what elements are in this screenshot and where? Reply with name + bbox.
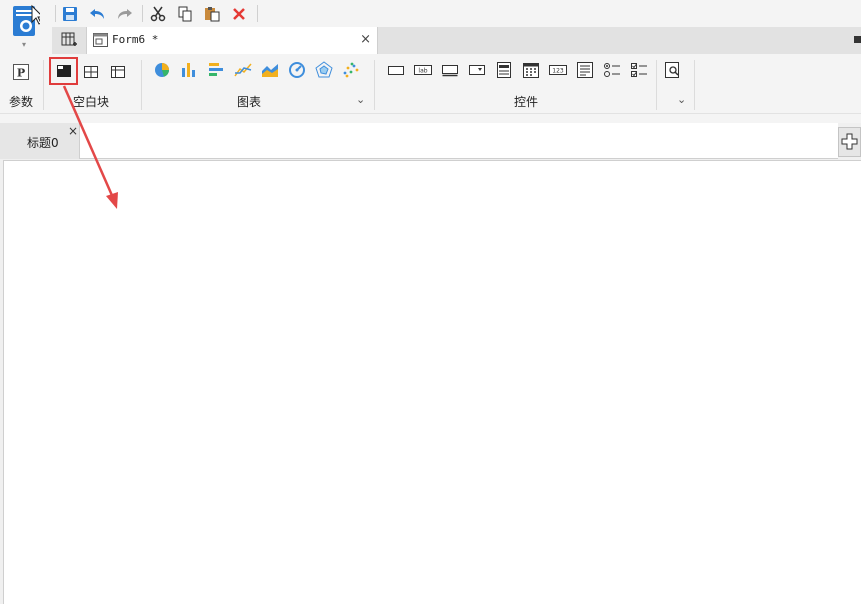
bar-chart-button[interactable]	[205, 59, 227, 81]
radar-chart-icon	[315, 61, 333, 78]
add-tab-button[interactable]	[838, 127, 861, 157]
separator	[694, 60, 695, 110]
list-widget-button[interactable]	[493, 59, 515, 81]
delete-button[interactable]	[229, 4, 249, 24]
charts-group-label: 图表	[237, 95, 262, 109]
report-designer-logo-icon[interactable]	[12, 4, 40, 38]
save-icon	[63, 7, 77, 21]
charts-expand-chevron-icon[interactable]: ⌄	[356, 93, 365, 106]
separator	[257, 5, 258, 22]
textarea-widget-icon	[577, 62, 593, 78]
document-tab-bar: Form6 * ×	[52, 27, 861, 54]
dropdown-widget-icon	[469, 65, 485, 75]
dropdown-widget-button[interactable]	[466, 59, 488, 81]
checkbox-group-widget-button[interactable]	[628, 59, 650, 81]
text-field-widget-button[interactable]	[439, 59, 461, 81]
search-widget-icon	[665, 62, 679, 78]
search-widget-button[interactable]	[662, 59, 684, 81]
label-widget-icon: lab	[414, 65, 432, 75]
undo-icon	[90, 9, 104, 19]
radio-group-widget-button[interactable]	[601, 59, 623, 81]
checkbox-group-widget-icon	[631, 63, 647, 77]
cut-icon	[150, 6, 166, 22]
pie-chart-icon	[155, 63, 169, 77]
radio-group-widget-icon	[604, 63, 620, 77]
number-widget-icon: 123	[549, 65, 567, 75]
number-widget-button[interactable]: 123	[547, 59, 569, 81]
params-group-label: 参数	[9, 95, 34, 109]
text-field-widget-icon	[442, 65, 458, 77]
save-button[interactable]	[60, 4, 80, 24]
gauge-chart-icon	[289, 62, 305, 78]
widgets-group-label: 控件	[514, 95, 539, 109]
ribbon-spacer	[0, 114, 861, 123]
canvas-tab-strip	[80, 123, 838, 159]
date-widget-button[interactable]	[520, 59, 542, 81]
svg-text:123: 123	[552, 68, 564, 75]
copy-button[interactable]	[175, 4, 195, 24]
list-widget-icon	[497, 62, 511, 78]
delete-icon	[233, 8, 245, 20]
paste-icon	[205, 7, 220, 22]
gauge-chart-button[interactable]	[286, 59, 308, 81]
area-chart-button[interactable]	[259, 59, 281, 81]
table-layout-block-button[interactable]	[107, 61, 129, 83]
close-icon[interactable]: ×	[360, 32, 371, 47]
line-chart-button[interactable]	[232, 59, 254, 81]
ribbon: P 参数 空白块 图表 ⌄ lab 123 控件 ⌄	[0, 54, 861, 114]
absolute-block-icon	[57, 65, 71, 77]
layout-grid-icon	[61, 32, 77, 46]
button-widget-button[interactable]	[385, 59, 407, 81]
area-chart-icon	[262, 64, 278, 77]
scatter-chart-icon	[343, 62, 359, 78]
window-restore-icon[interactable]	[854, 36, 861, 43]
canvas-tab-label: 标题0	[27, 136, 59, 150]
label-widget-button[interactable]: lab	[412, 59, 434, 81]
logo-dropdown-icon[interactable]: ▾	[22, 40, 26, 49]
paste-button[interactable]	[202, 4, 222, 24]
undo-button[interactable]	[88, 4, 108, 24]
scatter-chart-button[interactable]	[340, 59, 362, 81]
pie-chart-button[interactable]	[151, 59, 173, 81]
plus-icon	[841, 133, 858, 150]
calendar-widget-icon	[523, 63, 539, 78]
blank-block-group-label: 空白块	[73, 95, 110, 109]
column-chart-icon	[182, 63, 195, 77]
radar-chart-button[interactable]	[313, 59, 335, 81]
separator	[656, 60, 657, 110]
column-chart-button[interactable]	[178, 59, 200, 81]
svg-text:P: P	[17, 67, 25, 80]
app-logo[interactable]: ▾	[0, 0, 52, 54]
widgets-expand-chevron-icon[interactable]: ⌄	[677, 93, 686, 106]
textarea-widget-button[interactable]	[574, 59, 596, 81]
redo-icon	[118, 9, 132, 19]
separator	[43, 60, 44, 110]
tab-layout-block-button[interactable]	[80, 61, 102, 83]
split-block-icon	[84, 66, 98, 78]
bar-chart-icon	[209, 63, 223, 76]
separator	[141, 60, 142, 110]
layout-grid-button[interactable]	[60, 31, 80, 51]
separator	[374, 60, 375, 110]
parameter-icon: P	[13, 64, 29, 80]
design-canvas[interactable]	[3, 160, 861, 604]
document-tab-title: Form6 *	[112, 33, 159, 46]
close-icon[interactable]: ×	[68, 124, 78, 138]
canvas-tab-title0[interactable]: 标题0 ×	[0, 123, 80, 159]
absolute-layout-block-button[interactable]	[53, 60, 75, 82]
line-chart-icon	[234, 63, 252, 77]
document-tab[interactable]: Form6 * ×	[86, 27, 378, 54]
table-block-icon	[111, 66, 125, 78]
separator	[55, 5, 56, 22]
parameter-button[interactable]: P	[10, 61, 32, 83]
svg-text:lab: lab	[418, 68, 427, 75]
button-widget-icon	[388, 66, 404, 75]
redo-button[interactable]	[114, 4, 134, 24]
separator	[142, 5, 143, 22]
design-canvas-area: 标题0 ×	[0, 123, 861, 604]
form-document-icon	[93, 33, 108, 47]
quick-access-toolbar	[52, 0, 861, 27]
copy-icon	[178, 6, 192, 22]
cut-button[interactable]	[148, 4, 168, 24]
